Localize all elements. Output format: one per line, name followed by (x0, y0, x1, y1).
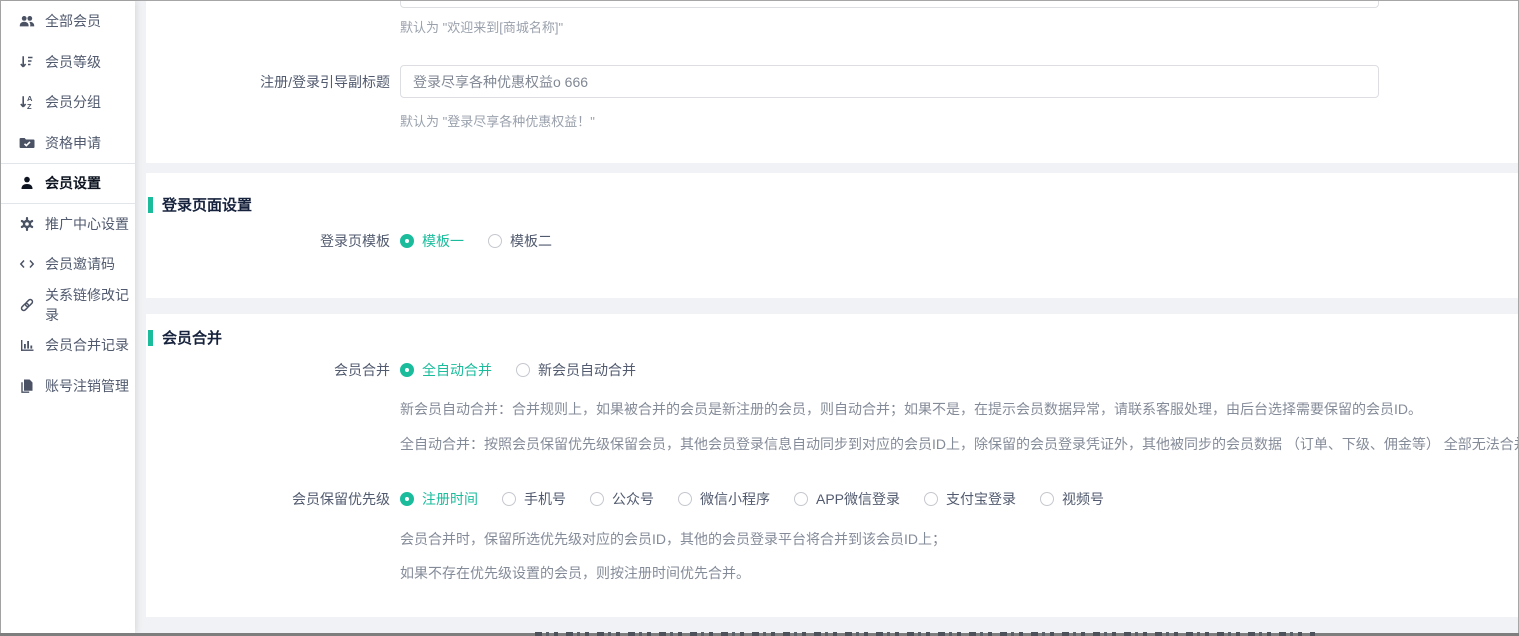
priority-description-line-2: 如果不存在优先级设置的会员，则按注册时间优先合并。 (400, 563, 750, 583)
radio-wechat-miniprogram[interactable]: 微信小程序 (678, 489, 770, 509)
file-copy-icon (19, 378, 35, 394)
sidebar-item-label: 会员合并记录 (45, 335, 129, 355)
sidebar-item-label: 会员邀请码 (45, 254, 115, 274)
folder-check-icon (19, 135, 35, 151)
radio-alipay-login[interactable]: 支付宝登录 (924, 489, 1016, 509)
sort-numeric-icon (19, 54, 35, 70)
sort-alpha-icon: AZ (19, 94, 35, 110)
sidebar-item-member-groups[interactable]: AZ 会员分组 (1, 82, 135, 123)
radio-icon (488, 234, 502, 248)
radio-new-member-auto-merge[interactable]: 新会员自动合并 (516, 360, 636, 380)
radio-icon (590, 492, 604, 506)
guide-title-hint: 默认为 "欢迎来到[商城名称]" (400, 17, 563, 36)
section-title-bar (148, 197, 153, 213)
guide-settings-card: 默认为 "欢迎来到[商城名称]" 注册/登录引导副标题 默认为 "登录尽享各种优… (146, 1, 1518, 163)
sidebar-item-label: 全部会员 (45, 11, 101, 31)
login-template-radio-group: 模板一 模板二 (400, 231, 552, 251)
sidebar-item-promotion-center-settings[interactable]: 推广中心设置 (1, 204, 135, 245)
bar-chart-icon (19, 337, 35, 353)
section-title-login-page: 登录页面设置 (148, 194, 252, 215)
clipped-footer-text (535, 632, 1315, 636)
sidebar-item-label: 会员分组 (45, 92, 101, 112)
sidebar-item-member-levels[interactable]: 会员等级 (1, 42, 135, 83)
code-icon (19, 256, 35, 272)
radio-icon (794, 492, 808, 506)
sidebar-item-qualification-apply[interactable]: 资格申请 (1, 123, 135, 164)
radio-template-two[interactable]: 模板二 (488, 231, 552, 251)
radio-icon (400, 234, 414, 248)
radio-template-one[interactable]: 模板一 (400, 231, 464, 251)
merge-description-line-1: 新会员自动合并：合并规则上，如果被合并的会员是新注册的会员，则自动合并；如果不是… (400, 399, 1422, 419)
section-title-member-merge: 会员合并 (148, 327, 222, 348)
sidebar-item-merge-records[interactable]: 会员合并记录 (1, 325, 135, 366)
guide-title-input[interactable] (400, 1, 1379, 8)
sidebar: 全部会员 会员等级 AZ 会员分组 资格申请 会员设置 推广中心设置 会员邀请码 (1, 1, 135, 633)
radio-video-account[interactable]: 视频号 (1040, 489, 1104, 509)
sidebar-item-all-members[interactable]: 全部会员 (1, 1, 135, 42)
radio-phone-number[interactable]: 手机号 (502, 489, 566, 509)
radio-icon (400, 492, 414, 506)
radio-icon (1040, 492, 1054, 506)
login-template-label: 登录页模板 (146, 231, 390, 251)
retain-priority-radio-group: 注册时间 手机号 公众号 微信小程序 (400, 489, 1104, 509)
radio-icon (502, 492, 516, 506)
radio-icon (678, 492, 692, 506)
main-content: 默认为 "欢迎来到[商城名称]" 注册/登录引导副标题 默认为 "登录尽享各种优… (146, 1, 1518, 633)
section-title-text: 会员合并 (162, 327, 222, 348)
users-icon (19, 13, 35, 29)
merge-mode-radio-group: 全自动合并 新会员自动合并 (400, 360, 636, 380)
member-settings-page: 全部会员 会员等级 AZ 会员分组 资格申请 会员设置 推广中心设置 会员邀请码 (0, 0, 1519, 636)
section-title-bar (148, 330, 153, 346)
gear-icon (19, 216, 35, 232)
radio-icon (516, 363, 530, 377)
radio-icon (400, 363, 414, 377)
member-merge-card: 会员合并 会员合并 全自动合并 新会员自动合并 新会员自动合并：合并规则上，如果… (146, 314, 1518, 617)
sidebar-item-label: 账号注销管理 (45, 376, 129, 396)
sidebar-item-member-settings[interactable]: 会员设置 (1, 163, 135, 204)
section-title-text: 登录页面设置 (162, 194, 252, 215)
radio-full-auto-merge[interactable]: 全自动合并 (400, 360, 492, 380)
user-icon (19, 175, 35, 191)
sidebar-item-label: 推广中心设置 (45, 214, 129, 234)
radio-official-account[interactable]: 公众号 (590, 489, 654, 509)
merge-description-line-2: 全自动合并：按照会员保留优先级保留会员，其他会员登录信息自动同步到对应的会员ID… (400, 434, 1518, 454)
sidebar-item-label: 资格申请 (45, 133, 101, 153)
guide-subtitle-label: 注册/登录引导副标题 (146, 72, 390, 92)
retain-priority-label: 会员保留优先级 (146, 489, 390, 509)
sidebar-item-invite-code[interactable]: 会员邀请码 (1, 244, 135, 285)
radio-register-time[interactable]: 注册时间 (400, 489, 478, 509)
login-page-settings-card: 登录页面设置 登录页模板 模板一 模板二 (146, 173, 1518, 298)
sidebar-item-account-cancellation[interactable]: 账号注销管理 (1, 366, 135, 407)
sidebar-item-relation-chain-log[interactable]: 关系链修改记录 (1, 285, 135, 326)
sidebar-item-label: 会员设置 (45, 173, 101, 193)
link-icon (19, 297, 35, 313)
guide-subtitle-input[interactable] (400, 65, 1379, 98)
sidebar-item-label: 会员等级 (45, 52, 101, 72)
radio-icon (924, 492, 938, 506)
svg-text:Z: Z (27, 102, 32, 110)
guide-subtitle-hint: 默认为 "登录尽享各种优惠权益！" (400, 111, 595, 130)
priority-description-line-1: 会员合并时，保留所选优先级对应的会员ID，其他的会员登录平台将合并到该会员ID上… (400, 529, 946, 549)
radio-app-wechat-login[interactable]: APP微信登录 (794, 489, 900, 509)
merge-mode-label: 会员合并 (146, 360, 390, 380)
sidebar-item-label: 关系链修改记录 (45, 285, 135, 325)
